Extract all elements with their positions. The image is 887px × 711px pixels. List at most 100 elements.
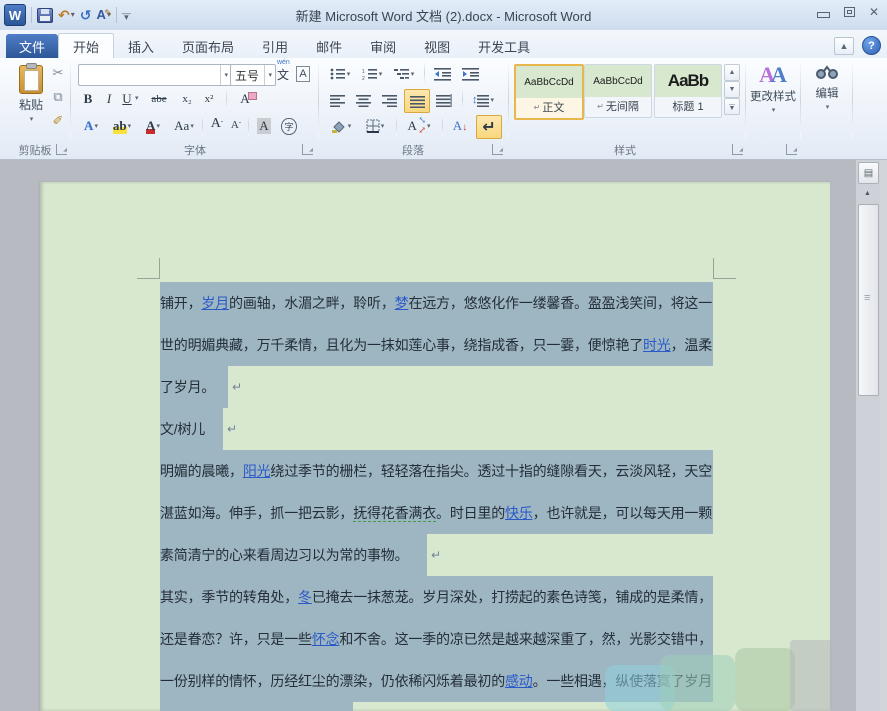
numbering-icon: 12 — [362, 67, 378, 81]
multilevel-list-icon — [394, 67, 410, 81]
copy-button[interactable]: ⧉ — [48, 88, 68, 106]
italic-button[interactable]: I — [102, 90, 116, 108]
restore-button[interactable] — [844, 7, 855, 17]
change-case-button[interactable]: Aa▾ — [170, 116, 198, 136]
decrease-indent-button[interactable] — [430, 64, 454, 84]
hyperlink[interactable]: 冬 — [298, 589, 312, 605]
text-line[interactable]: 湛蓝如海。伸手，抓一把云影，抚得花香满衣。时日里的快乐，也许就是，可以每天用一颗 — [160, 492, 716, 534]
align-right-button[interactable] — [378, 90, 400, 110]
style-card-无间隔[interactable]: AaBbCcDd↵无间隔 — [584, 64, 652, 118]
align-left-button[interactable] — [326, 90, 348, 110]
phonetic-guide-button[interactable]: wén文 — [274, 64, 292, 84]
character-border-icon: A — [296, 66, 309, 82]
view-ruler-button[interactable]: ▤ — [858, 162, 879, 184]
minimize-button[interactable] — [817, 12, 830, 18]
text-effects-button[interactable]: A▾ — [78, 116, 104, 136]
style-card-标题 1[interactable]: AaBb标题 1 — [654, 64, 722, 118]
align-center-button[interactable] — [352, 90, 374, 110]
tab-插入[interactable]: 插入 — [114, 34, 168, 58]
mini-separator — [462, 88, 463, 110]
text-line[interactable]: 世的明媚典藏，万千柔情，且化为一抹如莲心事，绕指成香，只一霎，便惊艳了时光，温柔 — [160, 324, 716, 366]
vertical-scrollbar[interactable]: ▤ ▲ — [856, 160, 880, 711]
enclose-characters-icon: 字 — [281, 118, 296, 135]
text-run: 其实，季节的转角处， — [160, 589, 298, 605]
tab-邮件[interactable]: 邮件 — [302, 34, 356, 58]
font-name-combo[interactable]: ▾ — [78, 64, 232, 86]
format-painter-button[interactable]: ✐ — [48, 112, 68, 130]
show-hide-marks-button[interactable]: ↵ — [476, 115, 502, 139]
sort-button[interactable]: A↓ — [448, 116, 472, 136]
style-name: ↵无间隔 — [585, 97, 651, 115]
justify-button[interactable] — [404, 89, 430, 113]
numbering-button[interactable]: 12▾ — [358, 64, 386, 84]
text-line[interactable]: 还是眷恋？许，只是一些怀念和不舍。这一季的凉已然是越来越深重了，然，光影交错中， — [160, 618, 716, 660]
paste-clipboard-icon — [19, 65, 43, 94]
styles-scroll-up-button[interactable]: ▲ — [724, 64, 740, 81]
sort-icon: A↓ — [453, 118, 467, 134]
multilevel-list-button[interactable]: ▾ — [390, 64, 418, 84]
scrollbar-thumb[interactable] — [858, 204, 879, 396]
help-button[interactable]: ? — [862, 36, 881, 55]
hyperlink[interactable]: 岁月 — [201, 295, 229, 311]
text-line[interactable]: 其实，季节的转角处，冬已掩去一抹葱茏。岁月深处，打捞起的素色诗笺，铺成的是柔情， — [160, 576, 716, 618]
hyperlink[interactable]: 梦 — [395, 295, 409, 311]
highlight-color-button[interactable]: ab▾ — [108, 116, 136, 136]
scroll-up-arrow[interactable]: ▲ — [858, 185, 877, 202]
borders-button[interactable]: ▾ — [360, 116, 390, 136]
styles-more-button[interactable]: —▼ — [724, 98, 740, 115]
character-shading-button[interactable]: A — [254, 116, 274, 136]
tab-审阅[interactable]: 审阅 — [356, 34, 410, 58]
distribute-button[interactable] — [432, 90, 456, 110]
grow-font-button[interactable]: Aˆ — [208, 114, 226, 134]
subscript-button[interactable]: x₂ — [178, 90, 196, 108]
tab-视图[interactable]: 视图 — [410, 34, 464, 58]
bullets-button[interactable]: ▾ — [326, 64, 354, 84]
align-left-icon — [330, 94, 345, 107]
tab-file[interactable]: 文件 — [6, 34, 58, 58]
change-styles-button[interactable]: AA 更改样式 ▾ — [748, 64, 798, 114]
bold-button[interactable]: B — [80, 90, 96, 108]
text-line[interactable]: 素简清宁的心来看周边习以为常的事物。 — [160, 534, 716, 576]
paragraph-dialog-launcher[interactable] — [492, 144, 503, 155]
editing-button[interactable]: 编辑 ▾ — [806, 64, 848, 111]
shading-button[interactable]: ▾ — [326, 116, 356, 136]
tab-引用[interactable]: 引用 — [248, 34, 302, 58]
character-border-button[interactable]: A — [294, 65, 312, 83]
shrink-font-button[interactable]: Aˇ — [228, 116, 244, 134]
tab-开发工具[interactable]: 开发工具 — [464, 34, 544, 58]
paste-dropdown-arrow[interactable]: ▾ — [30, 115, 34, 123]
increase-indent-button[interactable] — [458, 64, 482, 84]
enclose-characters-button[interactable]: 字 — [278, 116, 300, 136]
underline-dropdown-arrow[interactable]: ▾ — [135, 94, 139, 102]
hyperlink[interactable]: 快乐 — [505, 505, 533, 521]
tab-页面布局[interactable]: 页面布局 — [168, 34, 248, 58]
text-line[interactable]: 明媚的晨曦，阳光绕过季节的栅栏，轻轻落在指尖。透过十指的缝隙看天，云淡风轻，天空 — [160, 450, 716, 492]
superscript-button[interactable]: x² — [200, 90, 218, 108]
close-button[interactable]: ✕ — [869, 6, 879, 18]
text-line[interactable]: 了岁月。 — [160, 366, 716, 408]
change-styles-dialog-launcher[interactable] — [786, 144, 797, 155]
clear-formatting-button[interactable]: A — [234, 90, 256, 108]
line-spacing-button[interactable]: ↕▾ — [468, 90, 498, 110]
text-line[interactable]: 文/树儿 — [160, 408, 716, 450]
collapse-ribbon-button[interactable]: ▲ — [834, 37, 854, 55]
hyperlink[interactable]: 时光 — [643, 337, 671, 353]
clipboard-dialog-launcher[interactable] — [56, 144, 67, 155]
styles-scroll-down-button[interactable]: ▼ — [724, 81, 740, 98]
hyperlink[interactable]: 怀念 — [312, 631, 340, 647]
font-dialog-launcher[interactable] — [302, 144, 313, 155]
underline-button[interactable]: U — [120, 90, 134, 108]
hyperlink[interactable]: 阳光 — [243, 463, 271, 479]
asian-layout-button[interactable]: A⤡⤢▾ — [402, 116, 436, 136]
hyperlink[interactable]: 感动 — [505, 673, 533, 689]
strikethrough-button[interactable]: abe — [146, 90, 172, 108]
cut-button[interactable]: ✂ — [48, 64, 68, 82]
font-color-button[interactable]: A▾ — [140, 116, 166, 136]
tab-开始[interactable]: 开始 — [58, 33, 114, 58]
font-size-combo[interactable]: 五号 ▾ — [230, 64, 276, 86]
text-line[interactable]: 铺开，岁月的画轴，水湄之畔，聆听，梦在远方，悠悠化作一缕馨香。盈盈浅笑间，将这一 — [160, 282, 716, 324]
align-center-icon — [356, 94, 371, 107]
font-size-value: 五号 — [235, 67, 259, 84]
styles-dialog-launcher[interactable] — [732, 144, 743, 155]
style-card-正文[interactable]: AaBbCcDd↵正文 — [514, 64, 584, 120]
